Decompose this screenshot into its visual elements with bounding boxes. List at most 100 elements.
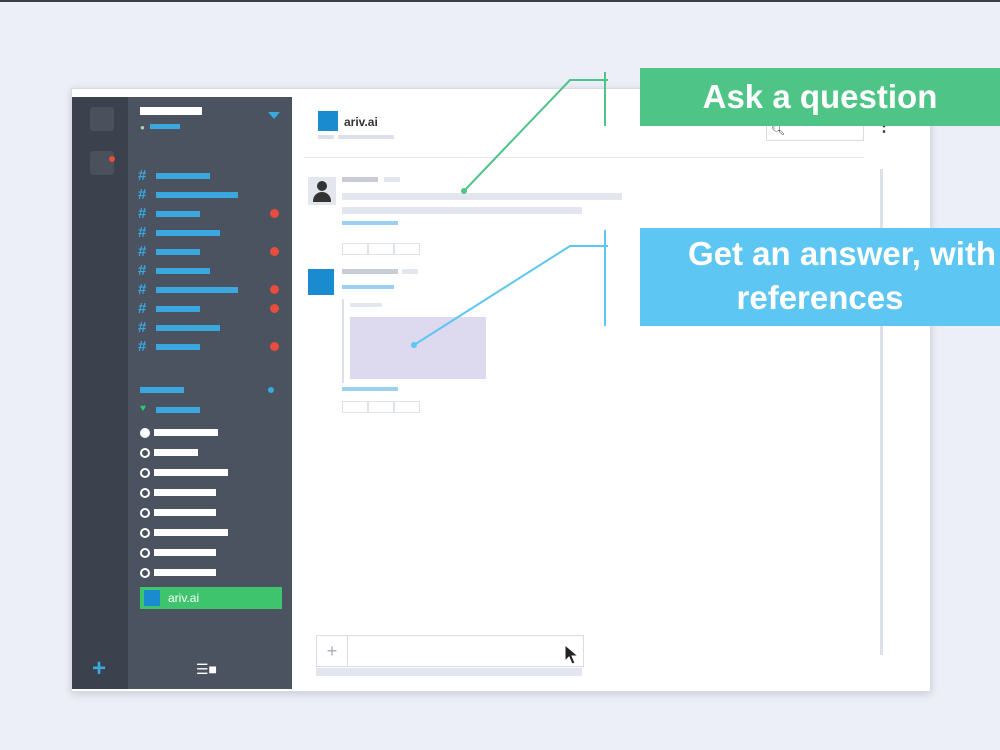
hash-icon: # [138, 167, 147, 184]
heart-icon: ♥ [140, 403, 146, 414]
channel-name [156, 211, 200, 217]
dm-name [154, 549, 216, 556]
reaction-button[interactable] [368, 401, 394, 413]
dm-name [154, 569, 216, 576]
channel-name [156, 325, 220, 331]
hash-icon: # [138, 186, 147, 203]
presence-icon [140, 428, 150, 438]
dm-item[interactable] [140, 487, 290, 499]
answer-image [350, 317, 486, 379]
channel-name [156, 230, 220, 236]
channel-item[interactable]: # [138, 186, 288, 203]
message-time [402, 269, 418, 274]
message-time [384, 177, 400, 182]
top-border [0, 0, 1000, 2]
dm-name [154, 529, 228, 536]
channel-item[interactable]: # [138, 281, 288, 298]
composer-hint [316, 668, 582, 676]
add-dm-icon[interactable] [268, 387, 274, 393]
hash-icon: # [138, 205, 147, 222]
user-name [150, 124, 180, 129]
chevron-down-icon[interactable] [268, 112, 280, 119]
channel-item[interactable]: # [138, 205, 288, 222]
channel-item[interactable]: # [138, 319, 288, 336]
channel-name [156, 306, 200, 312]
bot-label: ariv.ai [168, 591, 200, 605]
reaction-button[interactable] [394, 401, 420, 413]
message-meta [342, 387, 398, 391]
mouse-cursor-icon [564, 644, 580, 665]
dm-item[interactable] [140, 467, 290, 479]
self-dm-name[interactable] [156, 407, 200, 413]
direct-messages-header[interactable] [140, 387, 184, 393]
user-avatar [308, 177, 336, 205]
add-workspace-icon[interactable]: + [92, 657, 106, 681]
dm-item[interactable] [140, 427, 290, 439]
channel-item[interactable]: # [138, 262, 288, 279]
dm-name [154, 429, 218, 436]
workspace-button[interactable] [90, 107, 114, 131]
channel-item[interactable]: # [138, 300, 288, 317]
hash-icon: # [138, 243, 147, 260]
workspace-rail: + [72, 97, 128, 689]
dm-item[interactable] [140, 547, 290, 559]
message-author [342, 177, 378, 182]
sidebar-item-ariv-bot[interactable]: ariv.ai [140, 587, 282, 609]
dm-item[interactable] [140, 447, 290, 459]
dm-item[interactable] [140, 527, 290, 539]
unread-badge [270, 285, 279, 294]
plus-icon[interactable]: + [317, 636, 348, 666]
hash-icon: # [138, 224, 147, 241]
ariv-bot-avatar [308, 269, 334, 295]
dm-name [154, 509, 216, 516]
dm-name [154, 469, 228, 476]
view-toggle-icon[interactable]: ☰■ [196, 661, 217, 678]
reaction-button[interactable] [342, 401, 368, 413]
dm-item[interactable] [140, 567, 290, 579]
presence-icon [140, 568, 150, 578]
channel-name [156, 268, 210, 274]
presence-icon [140, 448, 150, 458]
channel-meta [338, 135, 394, 139]
presence-icon [140, 508, 150, 518]
channel-name [156, 287, 238, 293]
hash-icon: # [138, 319, 147, 336]
header-divider [304, 157, 864, 158]
unread-badge [270, 342, 279, 351]
team-name[interactable] [140, 107, 202, 115]
message-composer[interactable]: + ➤ [316, 635, 584, 667]
message-meta [342, 221, 398, 225]
channel-item[interactable]: # [138, 167, 288, 184]
message-author [342, 269, 398, 274]
presence-icon [140, 468, 150, 478]
workspace-button[interactable] [90, 151, 114, 175]
reaction-button[interactable] [394, 243, 420, 255]
hash-icon: # [138, 281, 147, 298]
hash-icon: # [138, 262, 147, 279]
channel-item[interactable]: # [138, 224, 288, 241]
answer-callout-line2: references [736, 279, 904, 316]
online-status-icon: ● [140, 123, 145, 132]
channel-meta [318, 135, 334, 139]
quote-bar [342, 299, 344, 383]
channel-name [156, 344, 200, 350]
answer-text [350, 303, 382, 307]
unread-badge [270, 247, 279, 256]
channel-item[interactable]: # [138, 338, 288, 355]
unread-badge [270, 304, 279, 313]
answer-callout: Get an answer, with references [640, 228, 1000, 326]
channel-name [156, 192, 238, 198]
reference-link[interactable] [342, 285, 394, 289]
ariv-logo-icon [144, 590, 160, 606]
reaction-button[interactable] [368, 243, 394, 255]
reaction-button[interactable] [342, 243, 368, 255]
question-text [342, 207, 582, 214]
dm-name [154, 449, 198, 456]
presence-icon [140, 488, 150, 498]
hash-icon: # [138, 338, 147, 355]
dm-item[interactable] [140, 507, 290, 519]
unread-badge [109, 156, 115, 162]
chat-panel: ariv.ai 🔍︎ ⋮ + ➤ [292, 89, 928, 689]
channel-item[interactable]: # [138, 243, 288, 260]
presence-icon [140, 528, 150, 538]
